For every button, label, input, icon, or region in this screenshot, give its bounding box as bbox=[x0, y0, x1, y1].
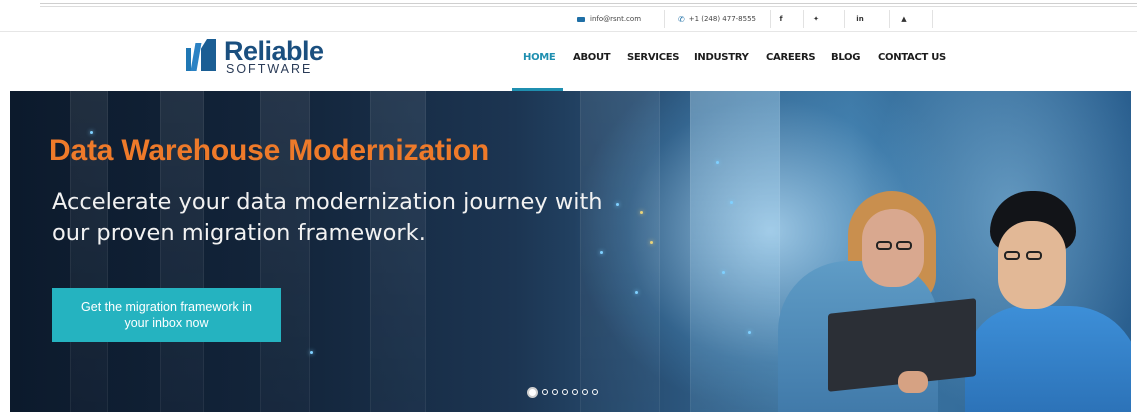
mail-icon bbox=[577, 16, 585, 22]
server-led bbox=[616, 203, 619, 206]
divider bbox=[844, 10, 845, 28]
slide-dot-5[interactable] bbox=[572, 389, 578, 395]
server-led bbox=[635, 291, 638, 294]
get-framework-button[interactable]: Get the migration framework in your inbo… bbox=[52, 288, 281, 342]
slide-dot-1[interactable] bbox=[527, 386, 538, 398]
glasses-icon bbox=[1026, 251, 1042, 260]
youtube-icon[interactable]: ▲ bbox=[891, 10, 917, 28]
divider bbox=[664, 10, 665, 28]
nav-industry[interactable]: INDUSTRY bbox=[694, 52, 749, 63]
hero-title: Data Warehouse Modernization bbox=[49, 134, 490, 167]
phone-text: +1 (248) 477-8555 bbox=[688, 15, 756, 23]
facebook-icon[interactable]: f bbox=[768, 10, 794, 28]
logo-mark-icon bbox=[186, 39, 218, 71]
slide-dot-3[interactable] bbox=[552, 389, 558, 395]
slide-dot-6[interactable] bbox=[582, 389, 588, 395]
site-logo[interactable]: Reliable SOFTWARE bbox=[186, 37, 326, 77]
slider-pagination bbox=[527, 385, 598, 399]
glasses-icon bbox=[1004, 251, 1020, 260]
nav-services[interactable]: SERVICES bbox=[627, 52, 679, 63]
server-led bbox=[748, 331, 751, 334]
slide-dot-7[interactable] bbox=[592, 389, 598, 395]
email-link[interactable]: info@rsnt.com bbox=[577, 10, 641, 28]
server-led bbox=[600, 251, 603, 254]
divider bbox=[889, 10, 890, 28]
woman-figure bbox=[862, 209, 924, 287]
slide-dot-4[interactable] bbox=[562, 389, 568, 395]
server-led bbox=[310, 351, 313, 354]
top-border bbox=[40, 3, 1137, 7]
topbar-divider bbox=[0, 31, 1137, 32]
hand-image bbox=[898, 371, 928, 393]
glasses-icon bbox=[876, 241, 892, 250]
twitter-icon[interactable]: ✦ bbox=[803, 10, 829, 28]
server-led bbox=[722, 271, 725, 274]
divider bbox=[932, 10, 933, 28]
server-led bbox=[716, 161, 719, 164]
top-contact-bar: info@rsnt.com ✆ +1 (248) 477-8555 f ✦ in… bbox=[0, 8, 1137, 30]
server-led bbox=[640, 211, 643, 214]
nav-contact-us[interactable]: CONTACT US bbox=[878, 52, 946, 63]
glasses-icon bbox=[896, 241, 912, 250]
nav-careers[interactable]: CAREERS bbox=[766, 52, 816, 63]
logo-line1: Reliable bbox=[224, 36, 324, 66]
server-led bbox=[730, 201, 733, 204]
server-rack bbox=[690, 91, 780, 412]
nav-about[interactable]: ABOUT bbox=[573, 52, 611, 63]
man-figure bbox=[965, 306, 1131, 412]
email-text: info@rsnt.com bbox=[590, 15, 642, 23]
linkedin-icon[interactable]: in bbox=[847, 10, 873, 28]
nav-home[interactable]: HOME bbox=[523, 52, 556, 63]
man-figure bbox=[998, 221, 1066, 309]
hero-subtitle: Accelerate your data modernization journ… bbox=[52, 189, 603, 246]
nav-blog[interactable]: BLOG bbox=[831, 52, 860, 63]
phone-link[interactable]: ✆ +1 (248) 477-8555 bbox=[678, 10, 756, 28]
slide-dot-2[interactable] bbox=[542, 389, 548, 395]
server-led bbox=[650, 241, 653, 244]
phone-icon: ✆ bbox=[678, 14, 685, 24]
logo-line2: SOFTWARE bbox=[226, 62, 313, 76]
server-rack bbox=[580, 91, 660, 412]
